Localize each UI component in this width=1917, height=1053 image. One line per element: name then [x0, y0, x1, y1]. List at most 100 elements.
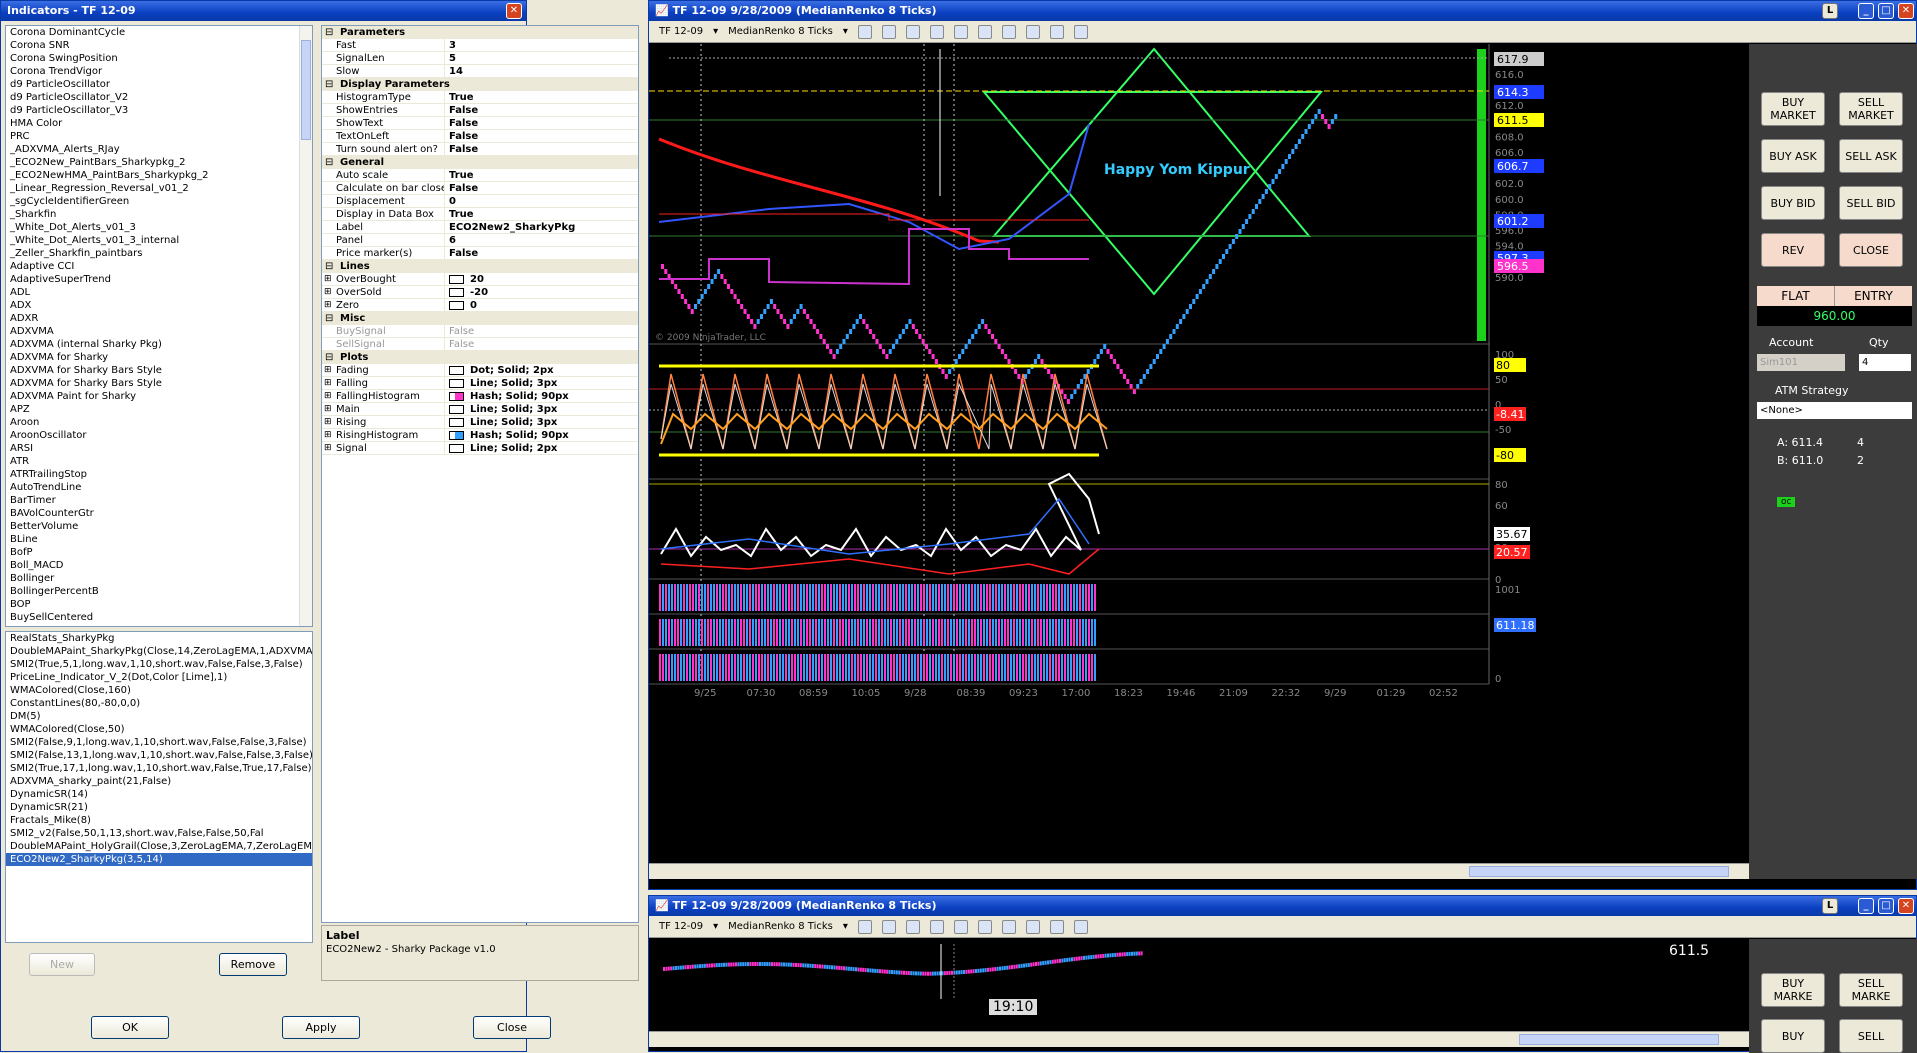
property-row[interactable]: ShowEntries False — [322, 104, 638, 117]
sell-bid-button[interactable]: SELL BID — [1839, 186, 1903, 220]
property-row[interactable]: FadingDot; Solid; 2px — [322, 364, 638, 377]
list-item[interactable]: DM(5) — [6, 710, 312, 723]
list-item[interactable]: Corona SwingPosition — [6, 52, 312, 65]
buy-bid-button[interactable]: BUY BID — [1761, 186, 1825, 220]
period-selector[interactable]: MedianRenko 8 Ticks — [728, 21, 833, 43]
list-item[interactable]: BuySellCentered — [6, 611, 312, 624]
bar-type-icon[interactable] — [857, 919, 872, 934]
properties-icon[interactable] — [977, 919, 992, 934]
zoom-out-icon[interactable] — [929, 24, 944, 39]
maximize-icon[interactable]: □ — [1878, 898, 1894, 914]
sell-market-button[interactable]: SELL MARKET — [1839, 92, 1903, 126]
property-category[interactable]: Display Parameters — [322, 78, 638, 91]
property-value[interactable]: -20 — [445, 286, 638, 298]
list-item[interactable]: d9 ParticleOscillator — [6, 78, 312, 91]
new-button[interactable]: New — [29, 953, 95, 976]
data-box-icon[interactable] — [1049, 919, 1064, 934]
property-row[interactable]: TextOnLeft False — [322, 130, 638, 143]
properties-icon[interactable] — [977, 24, 992, 39]
link-button[interactable]: L — [1822, 898, 1838, 914]
list-item[interactable]: d9 ParticleOscillator_V3 — [6, 104, 312, 117]
property-row[interactable]: SignalLine; Solid; 2px — [322, 442, 638, 455]
list-item[interactable]: SMI2_v2(False,50,1,13,short.wav,False,Fa… — [6, 827, 312, 840]
oc-badge[interactable]: oc — [1777, 497, 1796, 507]
draw-tool-icon[interactable] — [881, 919, 896, 934]
list-item[interactable]: _White_Dot_Alerts_v01_3 — [6, 221, 312, 234]
available-indicators-list[interactable]: Corona DominantCycle Corona SNR Corona Swi… — [5, 25, 313, 627]
chevron-down-icon[interactable]: ▾ — [713, 21, 718, 43]
sell-ask-button[interactable]: SELL ASK — [1839, 139, 1903, 173]
property-row[interactable]: Display in Data Box True — [322, 208, 638, 221]
property-value[interactable]: Hash; Solid; 90px — [445, 390, 638, 402]
property-row[interactable]: RisingLine; Solid; 3px — [322, 416, 638, 429]
property-category[interactable]: Lines — [322, 260, 638, 273]
list-item[interactable]: WMAColored(Close,50) — [6, 723, 312, 736]
list-item[interactable]: ADX — [6, 299, 312, 312]
list-item[interactable]: BAVolCounterGtr — [6, 507, 312, 520]
buy-ask-button[interactable]: BUY — [1761, 1019, 1825, 1053]
indicators-icon[interactable] — [1001, 24, 1016, 39]
ok-button[interactable]: OK — [91, 1016, 169, 1039]
property-category[interactable]: Misc — [322, 312, 638, 325]
list-item[interactable]: Corona SNR — [6, 39, 312, 52]
property-value[interactable]: False — [445, 325, 638, 337]
list-item[interactable]: ADL — [6, 286, 312, 299]
price-chart-area[interactable]: 616.0614.0612.0610.0608.0606.0604.0602.0… — [649, 44, 1749, 872]
qty-field[interactable]: 4 — [1859, 354, 1911, 371]
property-row[interactable]: BuySignal False — [322, 325, 638, 338]
property-value[interactable]: 5 — [445, 52, 638, 64]
list-item[interactable]: _White_Dot_Alerts_v01_3_internal — [6, 234, 312, 247]
list-item[interactable]: APZ — [6, 403, 312, 416]
property-row[interactable]: Calculate on bar close False — [322, 182, 638, 195]
zoom-out-icon[interactable] — [929, 919, 944, 934]
list-item[interactable]: _ADXVMA_Alerts_RJay — [6, 143, 312, 156]
window-close-icon[interactable]: ✕ — [1898, 3, 1914, 19]
list-item[interactable]: Bollinger — [6, 572, 312, 585]
list-item[interactable]: DynamicSR(21) — [6, 801, 312, 814]
property-row[interactable]: Price marker(s) False — [322, 247, 638, 260]
remove-button[interactable]: Remove — [219, 953, 287, 976]
indicators-icon[interactable] — [1001, 919, 1016, 934]
property-value[interactable]: 3 — [445, 39, 638, 51]
property-value[interactable]: 6 — [445, 234, 638, 246]
list-item[interactable]: AdaptiveSuperTrend — [6, 273, 312, 286]
sell-market-button[interactable]: SELL MARKE — [1839, 973, 1903, 1007]
list-item[interactable]: SMI2(True,5,1,long.wav,1,10,short.wav,Fa… — [6, 658, 312, 671]
dialog-close-icon[interactable]: ✕ — [506, 3, 522, 19]
list-item[interactable]: AutoTrendLine — [6, 481, 312, 494]
globe-icon[interactable] — [953, 919, 968, 934]
link-button[interactable]: L — [1822, 3, 1838, 19]
list-item[interactable]: _Sharkfin — [6, 208, 312, 221]
list-item[interactable]: ADXVMA for Sharky Bars Style — [6, 364, 312, 377]
property-value[interactable]: Dot; Solid; 2px — [445, 364, 638, 376]
zoom-in-icon[interactable] — [905, 919, 920, 934]
property-value[interactable]: False — [445, 143, 638, 155]
draw-tool-icon[interactable] — [881, 24, 896, 39]
list-item[interactable]: HMA Color — [6, 117, 312, 130]
property-row[interactable]: Displacement 0 — [322, 195, 638, 208]
list-item[interactable]: d9 ParticleOscillator_V2 — [6, 91, 312, 104]
maximize-icon[interactable]: □ — [1878, 3, 1894, 19]
available-list-scrollbar[interactable] — [299, 26, 312, 626]
property-value[interactable]: False — [445, 130, 638, 142]
property-category[interactable]: General — [322, 156, 638, 169]
list-item[interactable]: Boll_MACD — [6, 559, 312, 572]
property-value[interactable]: True — [445, 91, 638, 103]
list-item[interactable]: BofP — [6, 546, 312, 559]
list-item[interactable]: SMI2(False,13,1,long.wav,1,10,short.wav,… — [6, 749, 312, 762]
list-item[interactable]: BollingerPercentB — [6, 585, 312, 598]
chevron-down-icon[interactable]: ▾ — [843, 21, 848, 43]
property-value[interactable]: False — [445, 182, 638, 194]
bar-type-icon[interactable] — [857, 24, 872, 39]
buy-market-button[interactable]: BUY MARKET — [1761, 92, 1825, 126]
list-item[interactable]: Fractals_Mike(8) — [6, 814, 312, 827]
property-row[interactable]: SignalLen 5 — [322, 52, 638, 65]
list-item[interactable]: AroonOscillator — [6, 429, 312, 442]
property-row[interactable]: FallingHistogramHash; Solid; 90px — [322, 390, 638, 403]
property-value[interactable]: True — [445, 169, 638, 181]
property-value[interactable]: False — [445, 338, 638, 350]
list-item[interactable]: ADXVMA — [6, 325, 312, 338]
property-value[interactable]: False — [445, 247, 638, 259]
instrument-selector[interactable]: TF 12-09 — [659, 21, 703, 43]
list-item[interactable]: ADXR — [6, 312, 312, 325]
